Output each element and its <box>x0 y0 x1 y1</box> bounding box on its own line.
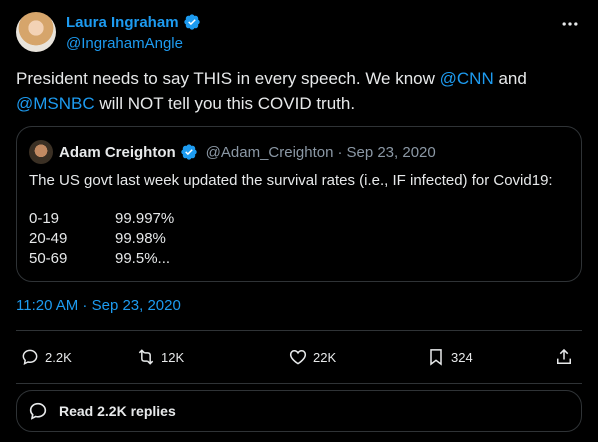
mention-cnn-link[interactable]: @CNN <box>440 69 494 88</box>
retweet-count: 12K <box>161 349 185 365</box>
like-count: 22K <box>313 349 337 365</box>
tweet-text-part-1: President needs to say THIS in every spe… <box>16 69 440 88</box>
retweet-button[interactable]: 12K <box>136 347 184 367</box>
heart-icon <box>289 349 307 365</box>
bookmark-icon <box>430 349 442 366</box>
more-options-icon[interactable] <box>558 12 582 36</box>
quoted-tweet-date: Sep 23, 2020 <box>346 143 436 161</box>
mention-msnbc-link[interactable]: @MSNBC <box>16 94 95 113</box>
quoted-author-avatar <box>29 140 53 164</box>
reply-button[interactable]: 2.2K <box>20 347 72 367</box>
reply-icon <box>22 349 38 365</box>
survival-rate: 99.997% <box>115 210 175 227</box>
author-name-row: Laura Ingraham <box>66 12 201 32</box>
like-button[interactable]: 22K <box>288 347 336 367</box>
bookmark-button[interactable]: 324 <box>426 347 473 367</box>
quoted-author-handle: @Adam_Creighton <box>205 143 334 161</box>
survival-rate: 99.5%... <box>115 250 171 267</box>
list-item: 20-49 99.98% <box>29 229 174 249</box>
tweet-detail: Laura Ingraham @IngrahamAngle President … <box>0 0 598 442</box>
age-group: 50-69 <box>29 250 68 267</box>
author-display-name[interactable]: Laura Ingraham <box>66 14 179 31</box>
reply-count: 2.2K <box>45 349 72 365</box>
divider <box>16 330 582 331</box>
bookmark-count: 324 <box>451 349 473 365</box>
verified-badge-icon <box>183 13 201 31</box>
retweet-icon <box>138 349 154 365</box>
share-icon <box>557 348 571 364</box>
tweet-text-part-2: and <box>493 69 527 88</box>
speech-bubble-icon <box>29 402 47 420</box>
list-item: 0-19 99.997% <box>29 209 174 229</box>
author-avatar[interactable] <box>16 12 56 52</box>
divider <box>16 383 582 384</box>
age-group: 20-49 <box>29 230 68 247</box>
list-item: 50-69 99.5%... <box>29 249 174 269</box>
tweet-text-part-3: will NOT tell you this COVID truth. <box>94 94 356 113</box>
author-handle[interactable]: @IngrahamAngle <box>66 35 183 52</box>
survival-rate: 99.98% <box>115 230 166 247</box>
quoted-tweet-text: The US govt last week updated the surviv… <box>29 172 553 189</box>
survival-rates-list: 0-19 99.997% 20-49 99.98% 50-69 99.5%... <box>29 209 174 269</box>
tweet-text: President needs to say THIS in every spe… <box>16 66 582 116</box>
read-replies-button[interactable]: Read 2.2K replies <box>16 390 582 432</box>
quoted-author-name: Adam Creighton <box>59 143 176 161</box>
tweet-actions-bar: 2.2K 12K 22K 324 <box>16 340 582 374</box>
quoted-verified-badge-icon <box>180 143 198 161</box>
quoted-tweet-card[interactable]: Adam Creighton @Adam_Creighton · Sep 23,… <box>16 126 582 282</box>
tweet-timestamp[interactable]: 11:20 AM · Sep 23, 2020 <box>16 297 181 314</box>
age-group: 0-19 <box>29 210 60 227</box>
quoted-tweet-header: Adam Creighton @Adam_Creighton · Sep 23,… <box>59 141 436 163</box>
quoted-meta-separator: · <box>337 143 343 161</box>
share-button[interactable] <box>554 347 574 367</box>
read-replies-label: Read 2.2K replies <box>59 403 176 419</box>
